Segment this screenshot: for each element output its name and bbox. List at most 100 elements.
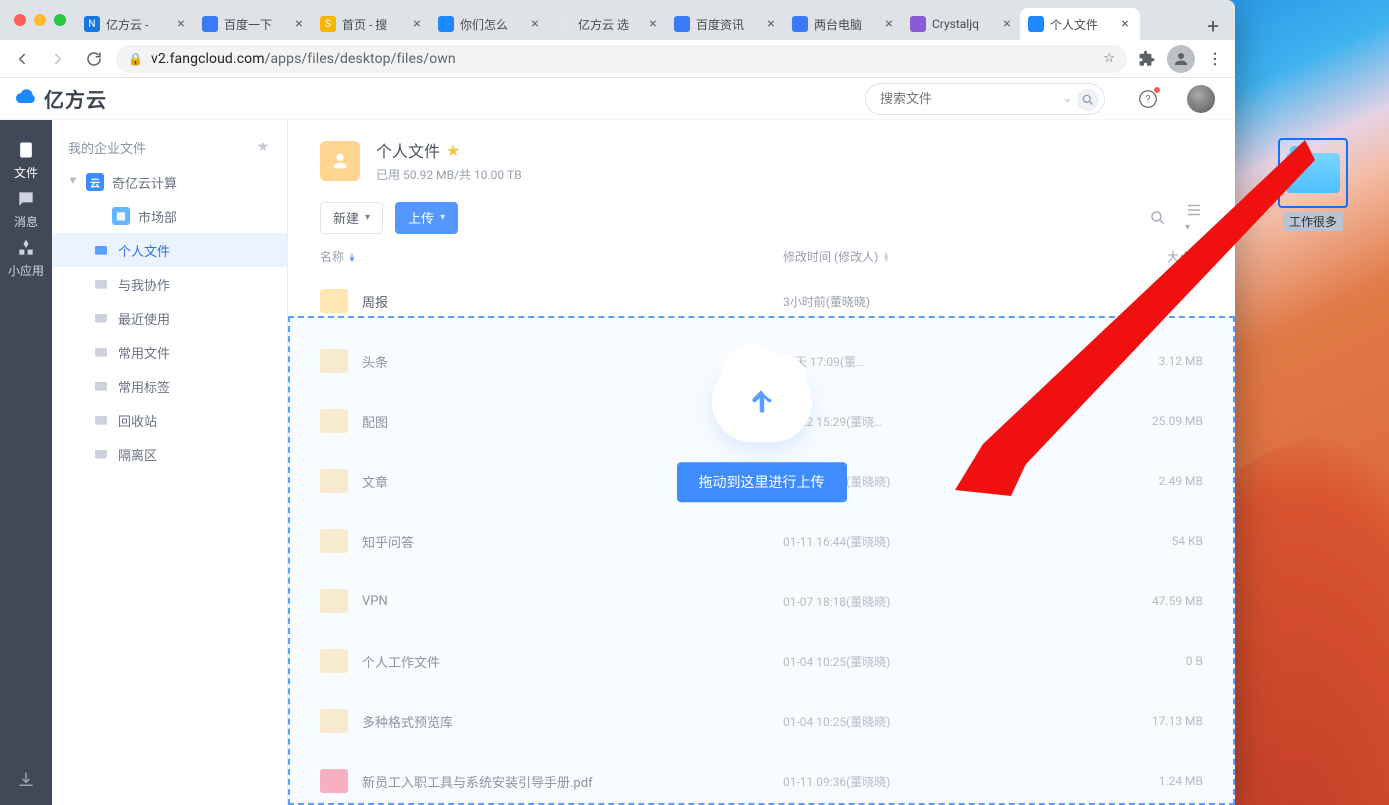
sidebar-root-label: 我的企业文件 [68,138,146,157]
file-modified: 3小时前(董晓晓) [783,293,1083,310]
star-icon [92,343,110,361]
desktop-folder-dragsrc[interactable]: 工作很多 [1278,138,1348,231]
tab-favicon [1028,16,1044,32]
tab-title: Crystaljq [932,17,994,31]
browser-tab[interactable]: S 首页 - 搜 × [312,8,432,40]
sidebar-item[interactable]: 个人文件 [52,233,287,267]
chrome-profile-button[interactable] [1167,45,1195,73]
minimize-window-icon[interactable] [34,14,46,26]
address-bar: 🔒 v2.fangcloud.com/apps/files/desktop/fi… [0,40,1235,78]
rail-item-chat-icon[interactable]: 消息 [8,185,44,234]
close-icon[interactable]: × [1118,17,1132,31]
chat-icon [16,189,36,209]
browser-tab[interactable]: 亿方云 选 × [548,8,668,40]
tab-title: 亿方云 - [106,16,168,33]
bookmark-star-icon[interactable]: ☆ [1103,51,1115,66]
tab-favicon [438,16,454,32]
browser-tab[interactable]: 你们怎么 × [430,8,550,40]
recent-icon [92,309,110,327]
dept-label: 市场部 [138,207,177,226]
drop-hint: 拖动到这里进行上传 [677,362,847,502]
browser-tab[interactable]: Crystaljq × [902,8,1022,40]
tag-icon [92,377,110,395]
tab-favicon [202,16,218,32]
sidebar-item[interactable]: 常用标签 [52,369,287,403]
inline-search-icon[interactable] [1149,209,1167,227]
close-window-icon[interactable] [14,14,26,26]
chrome-menu-button[interactable] [1203,47,1227,71]
sidebar-tenant[interactable]: ▸ 云 奇亿云计算 [52,165,287,199]
new-button[interactable]: 新建▾ [320,202,383,234]
reload-button[interactable] [80,45,108,73]
browser-tab[interactable]: N 亿方云 - × [76,8,196,40]
sidebar-item[interactable]: 最近使用 [52,301,287,335]
tab-favicon [792,16,808,32]
brand[interactable]: 亿方云 [14,84,107,113]
sidebar-dept[interactable]: ▦ 市场部 [52,199,287,233]
sidebar-item[interactable]: 回收站 [52,403,287,437]
sidebar-item-label: 与我协作 [118,275,170,294]
sidebar-item[interactable]: 隔离区 [52,437,287,471]
browser-tab[interactable]: 百度资讯 × [666,8,786,40]
close-icon[interactable]: × [292,17,306,31]
col-name[interactable]: 名称▲▼ [320,248,783,265]
view-options-button[interactable]: ▾ [1185,201,1203,234]
tab-title: 个人文件 [1050,16,1112,33]
upload-button[interactable]: 上传▾ [395,202,458,234]
star-icon[interactable]: ★ [446,141,460,160]
search-icon[interactable] [1077,89,1099,111]
close-icon[interactable]: × [528,17,542,31]
tab-title: 百度资讯 [696,16,758,33]
tab-favicon [910,16,926,32]
org-icon[interactable] [255,140,271,156]
new-tab-button[interactable]: + [1199,12,1227,40]
brand-text: 亿方云 [44,84,107,113]
browser-tab[interactable]: 个人文件 × [1020,8,1140,40]
close-icon[interactable]: × [410,17,424,31]
notification-dot [1153,86,1161,94]
sidebar-item-label: 回收站 [118,411,157,430]
page-header: 个人文件★ 已用 50.92 MB/共 10.00 TB [288,120,1235,189]
col-modified[interactable]: 修改时间 (修改人)▲▼ [783,248,1083,265]
tab-title: 首页 - 搜 [342,16,404,33]
close-icon[interactable]: × [174,17,188,31]
app-topbar: 亿方云 ⌄ ? [0,78,1235,120]
sidebar-item-label: 个人文件 [118,241,170,260]
browser-tab[interactable]: 两台电脑 × [784,8,904,40]
page-avatar-icon [320,141,360,181]
tenant-label: 奇亿云计算 [112,173,177,192]
extensions-button[interactable] [1135,47,1159,71]
search-wrapper: ⌄ [865,83,1105,115]
tab-favicon [674,16,690,32]
forward-button[interactable] [44,45,72,73]
rail-item-file-icon[interactable]: 文件 [8,136,44,185]
drop-hint-label: 拖动到这里进行上传 [677,462,847,502]
close-icon[interactable]: × [764,17,778,31]
url-field[interactable]: 🔒 v2.fangcloud.com/apps/files/desktop/fi… [116,45,1127,73]
trash-icon [92,411,110,429]
sidebar-item[interactable]: 常用文件 [52,335,287,369]
nav-rail: 文件消息小应用 [0,78,52,805]
browser-tab[interactable]: 百度一下 × [194,8,314,40]
storage-usage: 已用 50.92 MB/共 10.00 TB [376,166,522,183]
maximize-window-icon[interactable] [54,14,66,26]
search-scope-dropdown[interactable]: ⌄ [1062,91,1073,106]
close-icon[interactable]: × [1000,17,1014,31]
sidebar: 我的企业文件 ▸ 云 奇亿云计算 ▦ 市场部 个人文件 与我协作 最近使用 [52,120,288,805]
window-controls[interactable] [14,14,66,26]
col-size[interactable]: 大小▲▼ [1083,248,1203,265]
tenant-badge: 云 [86,173,104,191]
person-folder-icon [92,241,110,259]
upload-cloud-icon [712,362,812,442]
profile-avatar[interactable] [1187,85,1215,113]
close-icon[interactable]: × [646,17,660,31]
folder-icon [320,289,348,313]
sidebar-item[interactable]: 与我协作 [52,267,287,301]
help-button[interactable]: ? [1137,88,1159,110]
rail-download-icon[interactable] [17,771,35,789]
back-button[interactable] [8,45,36,73]
tab-strip: N 亿方云 - × 百度一下 ×S 首页 - 搜 × 你们怎么 × 亿方云 选 … [0,0,1235,40]
rail-item-apps-icon[interactable]: 小应用 [8,234,44,283]
column-headers: 名称▲▼ 修改时间 (修改人)▲▼ 大小▲▼ [288,242,1235,271]
close-icon[interactable]: × [882,17,896,31]
